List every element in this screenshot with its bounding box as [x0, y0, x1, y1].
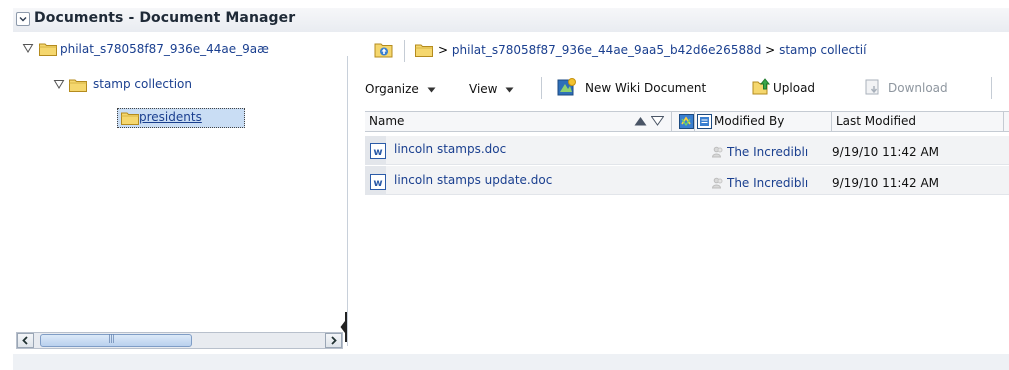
splitter-arrow-icon	[340, 312, 347, 342]
tree-grandchild-folder-icon	[121, 111, 139, 125]
column-header-last-modified[interactable]: Last Modified	[836, 114, 916, 128]
splitter-collapse-handle[interactable]	[340, 312, 348, 342]
view-label: View	[469, 82, 498, 96]
breadcrumb-folder-icon	[415, 43, 433, 57]
up-folder-icon	[374, 43, 393, 58]
breadcrumb-separator: >	[765, 43, 776, 57]
view-menu[interactable]: View	[469, 82, 514, 96]
column-header-modified-by[interactable]: Modified By	[714, 114, 784, 128]
svg-text:w: w	[373, 147, 382, 158]
scroll-left-button[interactable]	[17, 333, 34, 348]
toolbar-separator	[991, 77, 992, 99]
document-type-icon	[697, 114, 712, 129]
organize-label: Organize	[365, 82, 419, 96]
panel-collapse-button[interactable]	[16, 12, 30, 26]
panel-title: Documents - Document Manager	[34, 10, 296, 26]
tree-root-folder-icon	[39, 42, 57, 56]
download-icon	[865, 79, 879, 95]
chevron-down-icon	[19, 17, 27, 22]
modified-by-cell: The Incrediblı	[727, 176, 832, 190]
download-label: Download	[888, 81, 948, 95]
column-header-type[interactable]	[697, 114, 712, 129]
sort-ascending-icon	[634, 117, 647, 126]
triangle-down-outline-icon	[22, 44, 34, 53]
checkout-status-icon	[679, 114, 694, 129]
column-divider	[694, 112, 695, 131]
modified-by-link[interactable]: The Incrediblı	[727, 145, 808, 159]
tree-root-disclosure[interactable]	[22, 42, 34, 54]
scroll-thumb-grip: |||	[108, 334, 115, 344]
toolbar-separator	[541, 77, 542, 99]
breadcrumb-divider	[404, 40, 405, 62]
document-name-link[interactable]: lincoln stamps.doc	[394, 142, 506, 156]
new-wiki-document-label: New Wiki Document	[585, 81, 707, 95]
last-modified-cell: 9/19/10 11:42 AM	[832, 145, 940, 159]
scroll-thumb[interactable]	[40, 334, 192, 347]
chevron-right-icon	[331, 336, 337, 345]
folder-icon	[121, 112, 139, 125]
word-document-icon: w	[370, 143, 386, 159]
sort-descending-icon	[651, 116, 664, 126]
user-icon	[712, 177, 724, 189]
modified-by-link[interactable]: The Incrediblı	[727, 176, 808, 190]
organize-menu[interactable]: Organize	[365, 82, 436, 96]
breadcrumb-link-stamp-collection[interactable]: stamp collectií	[779, 43, 866, 57]
user-icon	[712, 146, 724, 158]
go-up-button[interactable]	[374, 41, 394, 59]
dropdown-arrow-icon	[505, 87, 514, 92]
tree-child-folder-icon	[69, 78, 87, 92]
tree-child-disclosure[interactable]	[53, 78, 65, 90]
breadcrumb-link-root[interactable]: philat_s78058f87_936e_44ae_9aa5_b42d6e26…	[452, 43, 761, 57]
sort-ascending-button[interactable]	[634, 116, 647, 126]
triangle-down-outline-icon	[53, 80, 65, 89]
column-divider	[671, 112, 672, 131]
column-header-name[interactable]: Name	[369, 114, 404, 128]
svg-text:w: w	[373, 178, 382, 189]
dropdown-arrow-icon	[427, 87, 436, 92]
pane-splitter[interactable]	[347, 56, 348, 346]
column-divider	[831, 112, 832, 131]
panel-footer	[13, 354, 1009, 370]
last-modified-cell: 9/19/10 11:42 AM	[832, 176, 940, 190]
folder-icon	[69, 79, 87, 92]
breadcrumb-separator: >	[438, 43, 449, 57]
new-wiki-document-icon	[557, 78, 576, 96]
tree-item-stamp-collection[interactable]: stamp collection	[93, 77, 192, 91]
upload-label: Upload	[773, 81, 816, 95]
sort-descending-button[interactable]	[651, 116, 664, 126]
folder-icon	[415, 44, 433, 57]
breadcrumb: > philat_s78058f87_936e_44ae_9aa5_b42d6e…	[438, 43, 866, 57]
column-divider	[1003, 112, 1004, 131]
chevron-left-icon	[22, 336, 28, 345]
word-document-icon: w	[370, 174, 386, 190]
folder-icon	[39, 43, 57, 56]
modified-by-cell: The Incrediblı	[727, 145, 832, 159]
column-header-status[interactable]	[679, 114, 694, 129]
tree-item-presidents[interactable]: presidents	[139, 110, 202, 124]
upload-icon	[752, 78, 771, 95]
tree-item-root[interactable]: philat_s78058f87_936e_44ae_9aæ	[60, 42, 269, 56]
document-name-link[interactable]: lincoln stamps update.doc	[394, 173, 552, 187]
